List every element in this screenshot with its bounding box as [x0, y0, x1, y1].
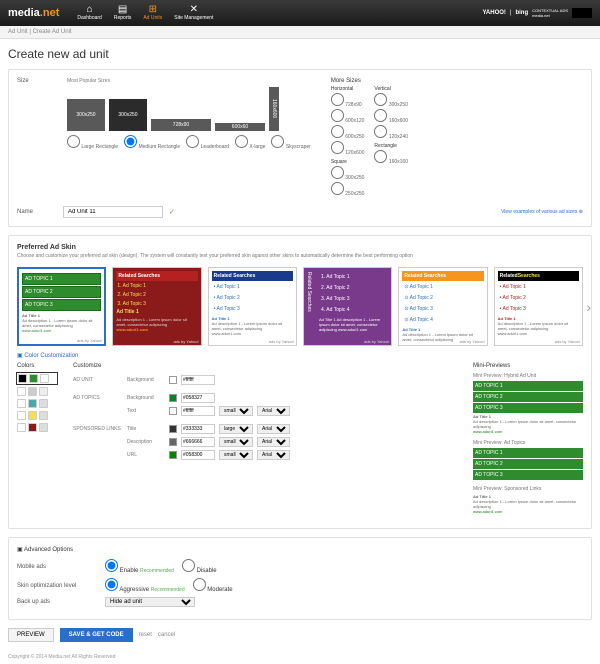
sw-url[interactable] [169, 451, 177, 459]
preset-5[interactable] [17, 423, 57, 432]
color-custom-toggle[interactable]: ▣ Color Customization [17, 352, 583, 359]
title-font[interactable]: Arial [257, 424, 290, 434]
nav-site[interactable]: ✕Site Management [174, 5, 213, 21]
title-input[interactable] [181, 424, 215, 434]
partner-brand: YAHOO!|bing CONTEXTUAL ADSmedia.net [482, 8, 592, 18]
save-button[interactable]: SAVE & GET CODE [60, 628, 133, 642]
nav-dashboard[interactable]: ⌂Dashboard [77, 5, 101, 21]
skin-green[interactable]: AD TOPIC 1AD TOPIC 2AD TOPIC 3 Ad Title … [17, 267, 106, 346]
home-icon: ⌂ [87, 5, 93, 15]
ms-s3[interactable]: 160x160 [374, 150, 408, 165]
popular-sizes-label: Most Popular Sizes [67, 78, 311, 84]
size-panel: Size Most Popular Sizes 300x250 300x250 … [8, 69, 592, 227]
ms-s1[interactable]: 300x250 [331, 166, 365, 181]
optim-moderate[interactable]: Moderate [193, 578, 233, 593]
skin-title: Preferred Ad Skin [17, 244, 583, 251]
user-badge[interactable] [572, 8, 592, 18]
ms-v3[interactable]: 120x240 [374, 125, 408, 140]
preset-1[interactable] [17, 373, 57, 384]
size-300x250-b[interactable]: 300x250 [109, 99, 147, 131]
desc-input[interactable] [181, 437, 215, 447]
size-600x60[interactable]: 600x60 [215, 123, 265, 131]
skin-desc: Choose and customize your preferred ad s… [17, 253, 583, 259]
preview-col: Mini-Previews Mini Preview: Hybrid Ad Un… [473, 363, 583, 520]
name-input[interactable] [63, 206, 163, 218]
tbg-input[interactable] [181, 393, 215, 403]
text-size[interactable]: small [219, 406, 253, 416]
bg-input[interactable] [181, 375, 215, 385]
skin-panel: Preferred Ad Skin Choose and customize y… [8, 235, 592, 529]
top-nav: media.net ⌂Dashboard ▤Reports ⊞Ad Units … [0, 0, 600, 26]
text-input[interactable] [181, 406, 215, 416]
radio-skyscraper[interactable]: Skyscraper [271, 135, 310, 150]
backup-select[interactable]: Hide ad unit [105, 597, 195, 607]
desc-font[interactable]: Arial [257, 437, 290, 447]
ms-h2[interactable]: 600x120 [331, 109, 365, 124]
check-icon: ✓ [169, 208, 175, 216]
preset-4[interactable] [17, 411, 57, 420]
optim-aggressive[interactable]: Aggressive Recommended [105, 578, 185, 593]
reset-link[interactable]: reset [139, 632, 152, 638]
radio-leaderboard[interactable]: Leaderboard [186, 135, 229, 150]
logo: media.net [8, 7, 59, 19]
skin-next-arrow[interactable]: › [586, 299, 591, 315]
size-160x600[interactable]: 160x600 [269, 87, 279, 131]
ms-v2[interactable]: 160x600 [374, 109, 408, 124]
skin-red[interactable]: Related Searches 1. Ad Topic 12. Ad Topi… [112, 267, 201, 346]
tools-icon: ✕ [190, 5, 198, 15]
ms-h1[interactable]: 728x90 [331, 93, 365, 108]
url-size[interactable]: small [219, 450, 253, 460]
skin-orange[interactable]: Related Searches ⊙ Ad Topic 1⊙ Ad Topic … [398, 267, 487, 346]
text-font[interactable]: Arial [257, 406, 290, 416]
reports-icon: ▤ [118, 5, 127, 15]
adunits-icon: ⊞ [149, 5, 157, 15]
footer: Copyright © 2014 Media.net All Rights Re… [0, 650, 600, 664]
nav-reports[interactable]: ▤Reports [114, 5, 132, 21]
preview-button[interactable]: PREVIEW [8, 628, 54, 642]
title-size[interactable]: large [219, 424, 253, 434]
sw-title[interactable] [169, 425, 177, 433]
examples-link[interactable]: View examples of various ad sizes ⊕ [501, 209, 583, 215]
colors-presets: Colors [17, 363, 57, 520]
radio-xlarge[interactable]: X-large [235, 135, 266, 150]
name-label: Name [17, 209, 57, 215]
page-title: Create new ad unit [8, 47, 592, 61]
desc-size[interactable]: small [219, 437, 253, 447]
radio-large-rect[interactable]: Large Rectangle [67, 135, 118, 150]
advanced-panel: ▣ Advanced Options Mobile ads Enable Rec… [8, 537, 592, 620]
skin-blue[interactable]: Related Searches • Ad Topic 1• Ad Topic … [208, 267, 297, 346]
skin-purple[interactable]: Related Searches 1. Ad Topic 12. Ad Topi… [303, 267, 392, 346]
radio-medium-rect[interactable]: Medium Rectangle [124, 135, 180, 150]
preset-2[interactable] [17, 387, 57, 396]
url-input[interactable] [181, 450, 215, 460]
adv-title: ▣ Advanced Options [17, 546, 583, 553]
breadcrumb: Ad Unit | Create Ad Unit [0, 26, 600, 39]
sw-text[interactable] [169, 407, 177, 415]
ms-s2[interactable]: 250x250 [331, 182, 365, 197]
ms-h4[interactable]: 120x600 [331, 141, 365, 156]
customize-col: Customize AD UNITBackground AD TOPICSBac… [73, 363, 457, 520]
skin-black[interactable]: RelatedSearches • Ad Topic 1• Ad Topic 2… [494, 267, 583, 346]
sw-tbg[interactable] [169, 394, 177, 402]
preset-3[interactable] [17, 399, 57, 408]
sw-desc[interactable] [169, 438, 177, 446]
size-728x90[interactable]: 728x90 [151, 119, 211, 131]
ms-h3[interactable]: 600x250 [331, 125, 365, 140]
more-sizes: More Sizes Horizontal 728x90 600x120 600… [331, 78, 408, 198]
sw-bg[interactable] [169, 376, 177, 384]
ms-v1[interactable]: 300x250 [374, 93, 408, 108]
nav-adunits[interactable]: ⊞Ad Units [143, 5, 162, 21]
url-font[interactable]: Arial [257, 450, 290, 460]
size-label: Size [17, 78, 57, 198]
size-300x250-a[interactable]: 300x250 [67, 99, 105, 131]
cancel-link[interactable]: cancel [158, 632, 175, 638]
